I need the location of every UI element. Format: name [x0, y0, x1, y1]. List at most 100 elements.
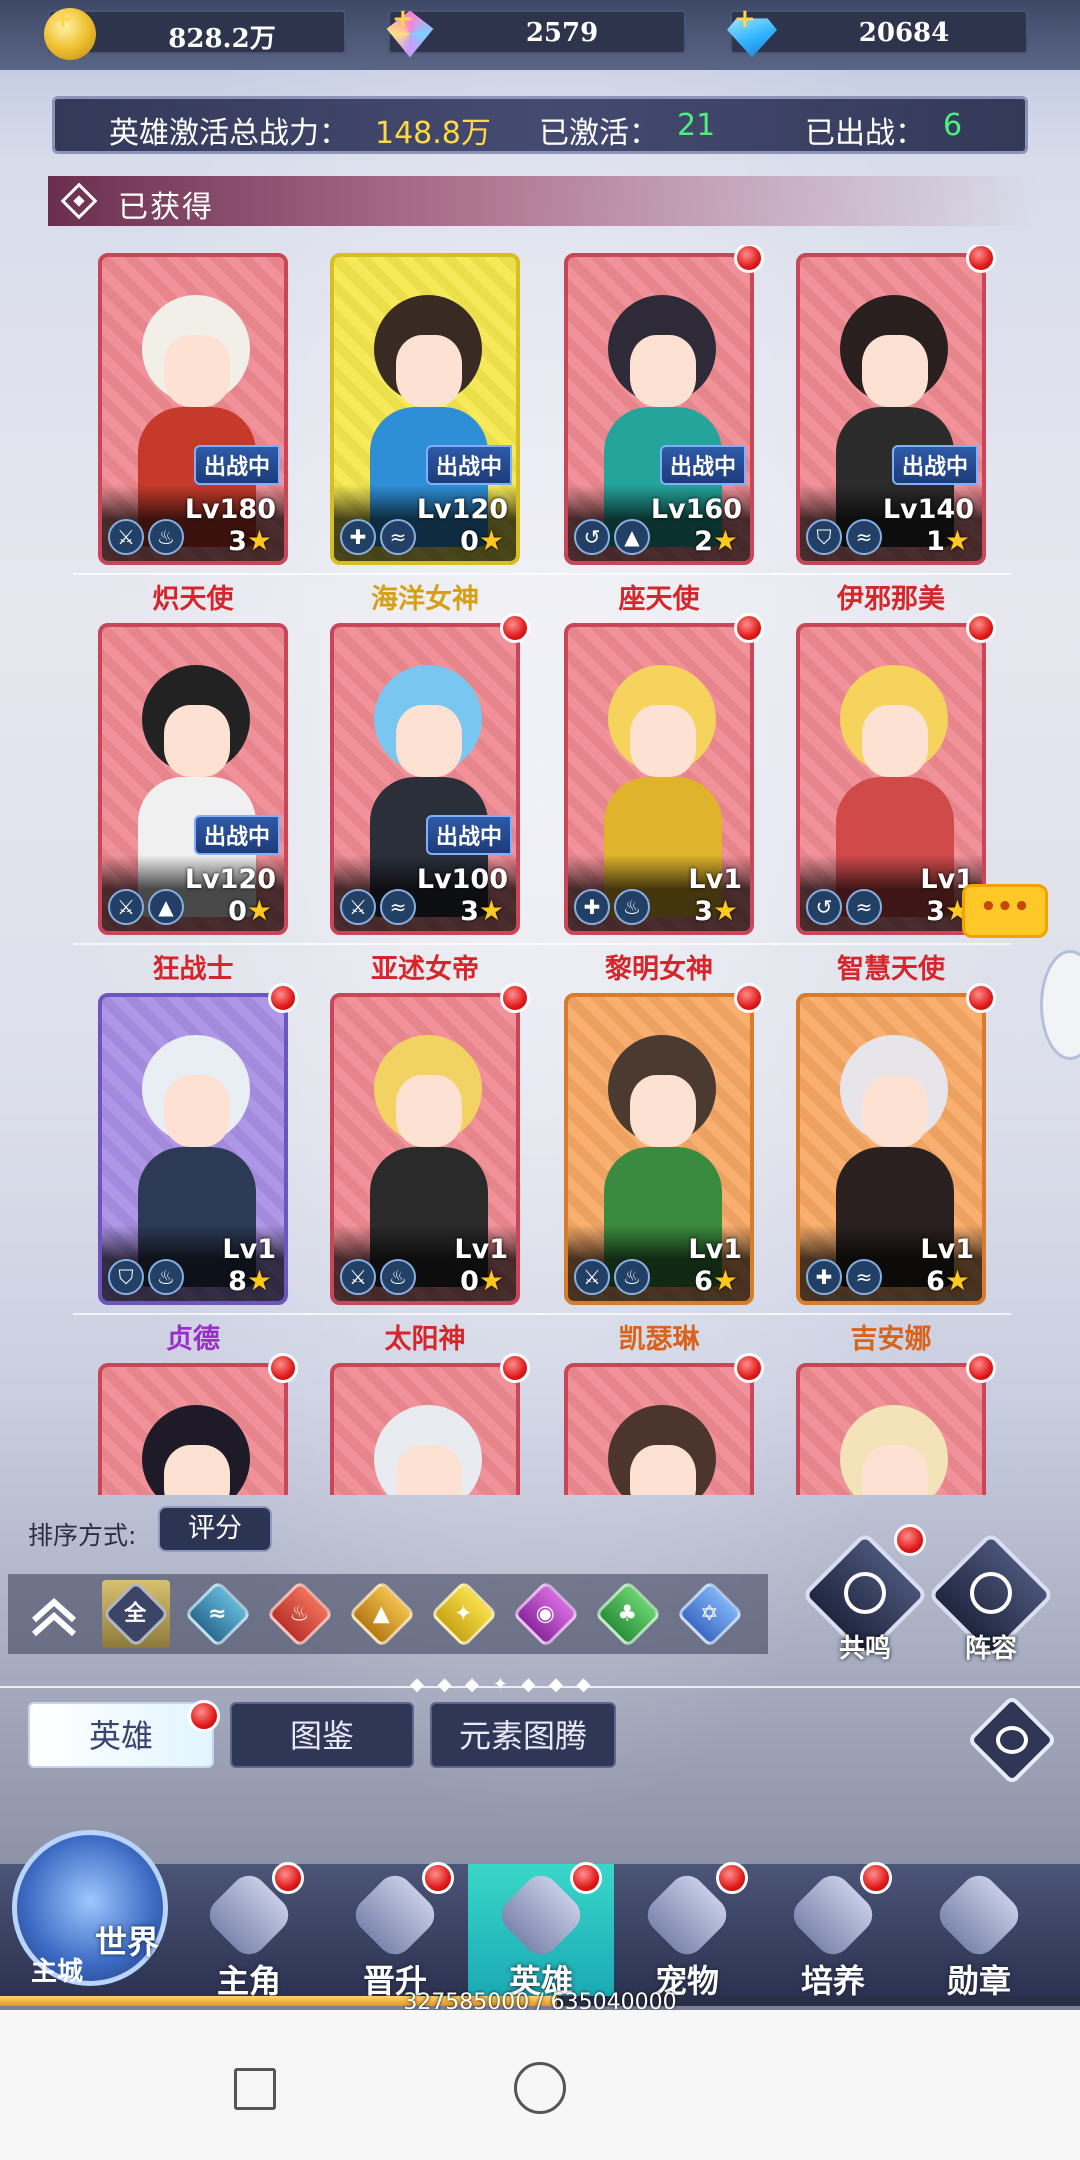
light-element-icon[interactable]: ✦: [430, 1580, 498, 1648]
view-toggle-button[interactable]: [966, 1694, 1058, 1786]
class-icon: ⚔: [340, 1259, 376, 1295]
nav-pet[interactable]: 宠物: [614, 1862, 760, 2000]
hero-level: Lv160: [650, 494, 742, 525]
crystal-currency[interactable]: + 2579: [386, 4, 686, 58]
hero-stars: 3★: [460, 894, 504, 927]
hero-card[interactable]: 出战中 ✚ ≈ Lv120 0★ 海洋女神: [305, 253, 545, 615]
star-icon: ★: [944, 1264, 970, 1297]
collapse-chevron-icon[interactable]: [20, 1580, 88, 1648]
filter-all-label: 全: [124, 1601, 147, 1627]
hero-card[interactable]: [98, 1353, 298, 1495]
gold-currency[interactable]: + 828.2万: [44, 4, 346, 60]
hero-level: Lv1: [222, 1234, 276, 1265]
star-icon: ★: [246, 1264, 272, 1297]
hero-face: [396, 1075, 462, 1147]
sort-button[interactable]: 评分: [158, 1506, 272, 1552]
hero-screen: + 828.2万 + 2579 + 20684 英雄激活总战力： 148.8万 …: [0, 0, 1080, 2010]
hero-name: 亚述女帝: [305, 943, 545, 986]
hero-card[interactable]: ⚔ ♨ Lv1 6★ 凯瑟琳: [539, 983, 779, 1355]
nav-promote[interactable]: 晋升: [322, 1862, 468, 2000]
star-icon: ★: [246, 524, 272, 557]
resonance-button[interactable]: 共鸣: [801, 1524, 929, 1664]
nav-protagonist[interactable]: 主角: [176, 1862, 322, 2000]
hero-stars: 6★: [694, 1264, 738, 1297]
notification-dot: [734, 983, 764, 1013]
deployed-value: 6: [943, 108, 963, 143]
hero-card[interactable]: 出战中 ⛉ ≈ Lv140 1★ 伊邪那美: [771, 245, 1011, 615]
recent-apps-icon[interactable]: [234, 2068, 276, 2110]
element-icon: ♨: [614, 1259, 650, 1295]
hero-card[interactable]: ⚔ ♨ Lv1 0★ 太阳神: [305, 983, 545, 1355]
diamond-bullet-icon: [60, 182, 98, 220]
lineup-button[interactable]: 阵容: [927, 1531, 1055, 1664]
hero-card[interactable]: 出战中 ⚔ ≈ Lv100 3★ 亚述女帝: [305, 613, 545, 985]
tab-heroes[interactable]: 英雄: [28, 1702, 214, 1768]
tab-codex[interactable]: 图鉴: [230, 1702, 414, 1768]
star-count: 3: [694, 896, 713, 927]
hero-face: [862, 705, 928, 777]
stats-banner: 英雄激活总战力： 148.8万 已激活： 21 已出战： 6: [52, 96, 1028, 154]
activated-value: 21: [677, 108, 716, 143]
hero-name: 太阳神: [305, 1313, 545, 1356]
diamond-value: 20684: [858, 18, 950, 48]
hero-card[interactable]: ✚ ≈ Lv1 6★ 吉安娜: [771, 983, 1011, 1355]
star-count: 6: [694, 1266, 713, 1297]
element-icon: ≈: [846, 1259, 882, 1295]
card-frame: 出战中 ⚔ ▲ Lv120 0★: [98, 623, 288, 935]
earth-element-icon[interactable]: ▲: [348, 1580, 416, 1648]
card-frame: 出战中 ↺ ▲ Lv160 2★: [564, 253, 754, 565]
plus-icon[interactable]: +: [392, 4, 414, 34]
star-element-icon[interactable]: ✡: [676, 1580, 744, 1648]
hero-face: [630, 1445, 696, 1495]
card-frame: [564, 1363, 754, 1495]
star-count: 3: [926, 896, 945, 927]
hero-card[interactable]: [564, 1353, 764, 1495]
plus-icon[interactable]: +: [734, 4, 756, 34]
deployed-badge: 出战中: [193, 815, 280, 855]
nav-medal[interactable]: 勋章: [906, 1864, 1052, 2000]
hero-stars: 3★: [228, 524, 272, 557]
plus-icon[interactable]: +: [52, 4, 74, 34]
star-count: 0: [460, 526, 479, 557]
water-element-icon[interactable]: ≈: [184, 1580, 252, 1648]
nav-train[interactable]: 培养: [760, 1862, 906, 2000]
card-frame: ⚔ ♨ Lv1 6★: [564, 993, 754, 1305]
home-icon[interactable]: [514, 2062, 566, 2114]
hero-card[interactable]: ⛉ ♨ Lv1 8★ 贞德: [73, 983, 313, 1355]
class-icon: ✚: [574, 889, 610, 925]
hero-card[interactable]: [796, 1353, 996, 1495]
nav-hero[interactable]: 英雄: [468, 1862, 614, 2000]
power-label: 英雄激活总战力：: [109, 116, 349, 151]
sort-label: 排序方式:: [28, 1521, 137, 1550]
element-icon: ≈: [846, 519, 882, 555]
hero-card[interactable]: [330, 1353, 530, 1495]
hero-face: [164, 1075, 230, 1147]
diamond-currency[interactable]: + 20684: [727, 4, 1028, 58]
section-header: 已获得: [48, 176, 1038, 226]
fire-element-icon[interactable]: ♨: [266, 1580, 334, 1648]
activated-label: 已激活：: [539, 116, 659, 151]
world-button[interactable]: 世界 主城: [12, 1830, 168, 1987]
hero-card[interactable]: ↺ ≈ Lv1 3★ 智慧天使: [771, 613, 1011, 985]
hero-card[interactable]: ✚ ♨ Lv1 3★ 黎明女神: [539, 613, 779, 985]
card-frame: 出战中 ✚ ≈ Lv120 0★: [330, 253, 520, 565]
nature-element-icon[interactable]: ♣: [594, 1580, 662, 1648]
hero-card[interactable]: 出战中 ⚔ ▲ Lv120 0★ 狂战士: [73, 623, 313, 985]
class-icon: ✚: [806, 1259, 842, 1295]
filter-all[interactable]: 全: [102, 1580, 170, 1648]
dark-element-icon[interactable]: ◉: [512, 1580, 580, 1648]
chat-bubble-icon[interactable]: •••: [962, 884, 1048, 938]
tab-element-totem[interactable]: 元素图腾: [430, 1702, 616, 1768]
hero-card[interactable]: 出战中 ↺ ▲ Lv160 2★ 座天使: [539, 245, 779, 615]
star-icon: ★: [712, 524, 738, 557]
hero-face: [396, 705, 462, 777]
deployed-badge: 出战中: [425, 445, 512, 485]
notification-dot: [966, 245, 996, 273]
class-icon: ⚔: [108, 889, 144, 925]
hero-stars: 0★: [228, 894, 272, 927]
power-value: 148.8万: [375, 116, 491, 151]
resonance-symbol-icon: [844, 1572, 886, 1614]
hero-level: Lv120: [416, 494, 508, 525]
hero-name: 吉安娜: [771, 1313, 1011, 1356]
hero-card[interactable]: 出战中 ⚔ ♨ Lv180 3★ 炽天使: [73, 253, 313, 615]
